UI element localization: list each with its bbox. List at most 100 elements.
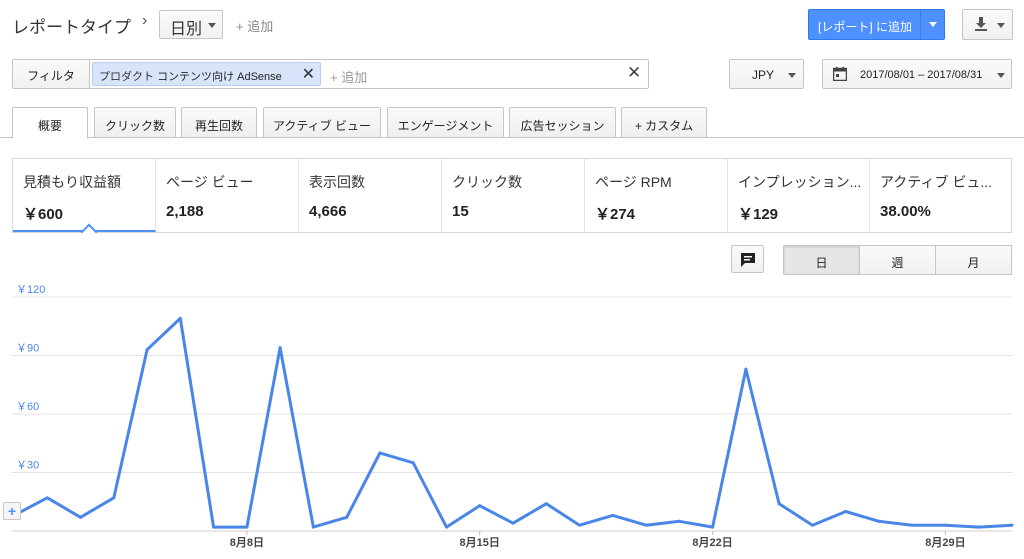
data-point	[345, 515, 349, 519]
metric-name: クリック数	[452, 174, 522, 190]
filter-chip[interactable]: プロダクト コンテンツ向け AdSense ✕	[92, 62, 321, 86]
data-point	[910, 523, 914, 527]
tab-engagement[interactable]: エンゲージメント	[387, 107, 504, 138]
period-month[interactable]: 月	[935, 245, 1012, 275]
earnings-line-chart: ￥30 ￥60 ￥90 ￥120 8月8日 8月15日 8月22日 8月29日	[12, 285, 1014, 549]
view-type-select[interactable]: 日別	[159, 10, 223, 39]
period-week[interactable]: 週	[859, 245, 936, 275]
data-point	[145, 348, 149, 352]
chevron-right-icon: ›	[142, 12, 148, 29]
filter-bar: フィルタ プロダクト コンテンツ向け AdSense ✕ + 追加 ✕	[12, 59, 649, 89]
data-point	[411, 461, 415, 465]
date-range-value: 2017/08/01 – 2017/08/31	[860, 69, 983, 81]
metric-value: ￥274	[595, 206, 636, 223]
data-point	[744, 367, 748, 371]
currency-value: JPY	[752, 68, 775, 82]
data-point	[511, 521, 515, 525]
add-dimension-link[interactable]: + 追加	[236, 16, 273, 35]
add-to-report-label: [レポート] に追加	[818, 20, 913, 34]
metric-name: 見積もり収益額	[23, 174, 121, 190]
data-point	[178, 316, 182, 320]
x-tick-label: 8月29日	[925, 536, 965, 549]
filter-button[interactable]: フィルタ	[13, 60, 90, 88]
date-range-select[interactable]: 2017/08/01 – 2017/08/31	[822, 59, 1012, 89]
earnings-series-line	[13, 316, 1013, 529]
data-point	[444, 525, 448, 529]
data-point	[977, 525, 981, 529]
calendar-icon	[833, 67, 847, 81]
y-tick-label: ￥120	[16, 285, 45, 296]
view-type-value: 日別	[170, 21, 203, 38]
download-icon	[975, 17, 987, 31]
currency-select[interactable]: JPY	[729, 59, 804, 89]
data-point	[478, 504, 482, 508]
metric-name: インプレッション...	[738, 174, 862, 190]
data-point	[777, 502, 781, 506]
data-point	[877, 519, 881, 523]
filter-chip-prefix: プロダクト	[99, 71, 154, 83]
data-point	[79, 515, 83, 519]
chevron-down-icon[interactable]	[929, 22, 937, 27]
data-point	[311, 525, 315, 529]
report-type-title: レポートタイプ	[12, 18, 131, 37]
filter-add-link[interactable]: + 追加	[330, 67, 367, 86]
tab-custom[interactable]: + カスタム	[621, 107, 707, 138]
tab-views[interactable]: 再生回数	[181, 107, 257, 138]
metric-name: 表示回数	[309, 174, 365, 190]
data-point	[378, 451, 382, 455]
data-point	[278, 346, 282, 350]
data-point	[943, 523, 947, 527]
filter-chip-value: コンテンツ向け AdSense	[157, 71, 282, 83]
tab-clicks[interactable]: クリック数	[94, 107, 176, 138]
metric-impressions[interactable]: 表示回数 4,666	[299, 159, 442, 232]
data-point	[844, 510, 848, 513]
tab-overview[interactable]: 概要	[12, 107, 88, 139]
top-bar: レポートタイプ › 日別 + 追加 [レポート] に追加	[0, 0, 1024, 50]
x-tick-label: 8月22日	[692, 536, 732, 549]
metric-page-rpm[interactable]: ページ RPM ￥274	[585, 159, 728, 232]
y-tick-label: ￥90	[16, 343, 39, 355]
comment-icon	[741, 253, 755, 267]
metric-value: 15	[452, 203, 469, 220]
metric-name: ページ RPM	[595, 174, 672, 190]
metric-estimated-earnings[interactable]: 見積もり収益額 ￥600	[13, 159, 156, 232]
metric-name: ページ ビュー	[166, 174, 254, 190]
close-icon[interactable]: ✕	[302, 64, 315, 84]
metric-value: 38.00%	[880, 203, 931, 220]
metric-value: ￥600	[23, 206, 64, 223]
clear-filter-icon[interactable]: ✕	[627, 63, 641, 83]
tab-active-view[interactable]: アクティブ ビュー	[263, 107, 381, 138]
data-point	[711, 525, 715, 529]
y-tick-label: ￥30	[16, 460, 39, 472]
data-point	[677, 519, 681, 523]
metric-clicks[interactable]: クリック数 15	[442, 159, 585, 232]
metric-active-view[interactable]: アクティブ ビュ... 38.00%	[870, 159, 1011, 232]
tab-ad-sessions[interactable]: 広告セッション	[509, 107, 616, 138]
metric-cards: 見積もり収益額 ￥600 ページ ビュー 2,188 表示回数 4,666 クリ…	[12, 158, 1012, 233]
metric-impression-rpm[interactable]: インプレッション... ￥129	[728, 159, 870, 232]
data-point	[45, 496, 49, 500]
download-button[interactable]	[962, 9, 1013, 40]
annotation-button[interactable]	[731, 245, 764, 273]
data-point	[1010, 523, 1014, 527]
y-tick-label: ￥60	[16, 401, 39, 413]
data-point	[644, 523, 648, 527]
add-to-report-button[interactable]: [レポート] に追加	[808, 9, 945, 40]
metric-page-views[interactable]: ページ ビュー 2,188	[156, 159, 299, 232]
data-point	[611, 513, 615, 517]
x-tick-label: 8月8日	[230, 536, 264, 549]
metric-name: アクティブ ビュ...	[880, 174, 993, 190]
data-point	[245, 525, 249, 529]
chevron-down-icon	[997, 23, 1005, 28]
chevron-down-icon	[208, 23, 216, 28]
x-tick-label: 8月15日	[460, 536, 500, 549]
zoom-plus-icon[interactable]: +	[3, 502, 21, 520]
data-point	[112, 496, 116, 500]
metric-value: ￥129	[738, 206, 779, 223]
data-point	[578, 523, 582, 527]
metric-value: 4,666	[309, 203, 347, 220]
period-day[interactable]: 日	[783, 245, 860, 275]
report-tabs: 概要 クリック数 再生回数 アクティブ ビュー エンゲージメント 広告セッション…	[0, 107, 1024, 139]
metric-value: 2,188	[166, 203, 204, 220]
chevron-down-icon	[997, 73, 1005, 78]
